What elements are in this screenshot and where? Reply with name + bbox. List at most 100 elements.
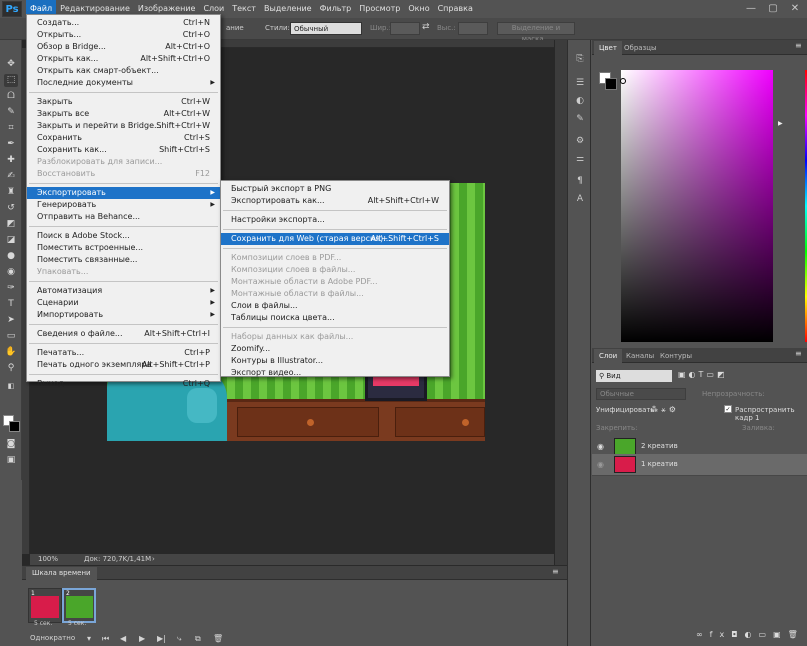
eyedropper-icon[interactable]: ✒ [4,138,18,151]
layer-row-selected[interactable]: ◉ 1 креатив [592,454,807,476]
menu-item[interactable]: Поиск в Adobe Stock... [27,230,220,242]
menu-item[interactable]: Генерировать ▶ [27,199,220,211]
menu-item[interactable]: Контуры в Illustrator... [221,355,449,367]
crop-tool-icon[interactable]: ⌗ [4,122,18,135]
history-panel-icon[interactable]: ⎘ [573,54,587,67]
background-color-swatch[interactable] [605,78,617,90]
paint-bucket-icon[interactable]: ◪ [4,234,18,247]
menu-item[interactable]: Таблицы поиска цвета... [221,312,449,324]
menu-item[interactable]: Быстрый экспорт в PNG [221,183,449,195]
menu-item[interactable]: Сохранить Ctrl+S [27,132,220,144]
timeline-frame[interactable]: 1 [28,588,62,623]
layer-filter-select[interactable]: ⚲ Вид [596,370,672,382]
paragraph-panel-icon[interactable]: ¶ [573,176,587,189]
clone-stamp-icon[interactable]: ♜ [4,186,18,199]
healing-brush-icon[interactable]: ✚ [4,154,18,167]
delete-frame-icon[interactable]: 🗑 [213,634,223,643]
frame-delay[interactable]: 5 сек. [34,620,52,627]
menu-item[interactable]: Настройки экспорта... [221,214,449,226]
hand-tool-icon[interactable]: ✋ [4,346,18,359]
menu-item[interactable]: Открыть как... Alt+Shift+Ctrl+O [27,53,220,65]
minimize-button[interactable]: — [740,0,762,18]
timeline-frame-selected[interactable]: 2 [62,588,96,623]
menu-item[interactable]: Открыть как смарт-объект... [27,65,220,77]
screen-mode-icon[interactable]: ▣ [4,454,18,467]
picker-cursor-icon[interactable] [620,78,626,84]
panel-menu-icon[interactable]: ≡ [552,567,559,576]
menu-item[interactable]: Сценарии ▶ [27,297,220,309]
styles-select[interactable]: Обычный [290,22,362,35]
brush-panel-icon[interactable]: ✎ [573,114,587,127]
prev-frame-icon[interactable]: ◀ [120,634,126,643]
quick-mask-icon[interactable]: ◙ [4,438,18,451]
tab-paths[interactable]: Контуры [655,349,697,363]
menu-item[interactable]: Экспорт видео... [221,367,449,379]
eraser-tool-icon[interactable]: ◩ [4,218,18,231]
loop-select[interactable]: Однократно [30,634,75,642]
marquee-tool-icon[interactable]: ⬚ [4,74,18,87]
dodge-tool-icon[interactable]: ◉ [4,266,18,279]
unify-icons[interactable]: ⁂⚹⚙ [650,405,679,415]
blur-tool-icon[interactable]: ● [4,250,18,263]
menu-view[interactable]: Просмотр [355,0,404,18]
zoom-tool-icon[interactable]: ⚲ [4,362,18,375]
blend-mode-select[interactable]: Обычные [596,388,686,400]
quick-select-icon[interactable]: ✎ [4,106,18,119]
frame-delay[interactable]: 5 сек. [68,620,86,627]
menu-item[interactable]: Экспортировать ▶ [27,187,220,199]
properties-panel-icon[interactable]: ☰ [573,78,587,91]
propagate-checkbox[interactable]: ✓ [724,405,732,413]
next-frame-icon[interactable]: ▶| [157,634,166,643]
eye-icon[interactable]: ◉ [597,442,604,451]
menu-item[interactable]: Zoomify... [221,343,449,355]
menu-item[interactable]: Печатать... Ctrl+P [27,347,220,359]
tab-layers[interactable]: Слои [594,349,623,363]
vertical-scrollbar[interactable] [555,40,567,565]
path-select-icon[interactable]: ➤ [4,314,18,327]
width-field[interactable] [390,22,420,35]
lasso-tool-icon[interactable]: ᗝ [4,90,18,103]
menu-item[interactable]: Импортировать ▶ [27,309,220,321]
history-brush-icon[interactable]: ↺ [4,202,18,215]
tween-icon[interactable]: ⤷ [177,634,181,644]
menu-item[interactable]: Поместить встроенные... [27,242,220,254]
menu-item[interactable]: Сохранить как... Shift+Ctrl+S [27,144,220,156]
background-color-swatch[interactable] [9,421,20,432]
tab-swatches[interactable]: Образцы [619,41,662,55]
menu-item[interactable]: Обзор в Bridge... Alt+Ctrl+O [27,41,220,53]
panel-menu-icon[interactable]: ≡ [795,41,802,50]
tab-color[interactable]: Цвет [594,41,622,55]
actions-panel-icon[interactable]: ⚙ [573,136,587,149]
menu-item[interactable]: Печать одного экземпляра Alt+Shift+Ctrl+P [27,359,220,371]
select-and-mask-button[interactable]: Выделение и маска... [497,22,575,43]
tab-timeline[interactable]: Шкала времени [26,567,97,580]
maximize-button[interactable]: ▢ [762,0,784,18]
character-panel-icon[interactable]: A [573,194,587,207]
layer-filter-icons[interactable]: ▣◐T▭◩ [678,370,728,379]
menu-filter[interactable]: Фильтр [316,0,356,18]
adjustments-panel-icon[interactable]: ◐ [573,96,587,109]
pen-tool-icon[interactable]: ✑ [4,282,18,295]
menu-item[interactable]: Выход Ctrl+Q [27,378,220,390]
color-picker-field[interactable] [621,70,773,342]
status-arrow-icon[interactable]: › [152,554,155,565]
menu-item[interactable]: Открыть... Ctrl+O [27,29,220,41]
menu-item[interactable]: Сведения о файле... Alt+Shift+Ctrl+I [27,328,220,340]
menu-item[interactable]: Создать... Ctrl+N [27,17,220,29]
close-button[interactable]: ✕ [784,0,806,18]
menu-item[interactable]: Слои в файлы... [221,300,449,312]
menu-window[interactable]: Окно [404,0,433,18]
duplicate-frame-icon[interactable]: ⧉ [195,634,201,644]
menu-item[interactable]: Отправить на Behance... [27,211,220,223]
menu-item[interactable]: Последние документы ▶ [27,77,220,89]
loop-chevron-icon[interactable]: ▾ [87,634,91,643]
swap-icon[interactable]: ⇄ [422,22,430,32]
panel-menu-icon[interactable]: ≡ [795,349,802,358]
default-colors-icon[interactable]: ◧ [4,380,18,393]
sliders-panel-icon[interactable]: ⚌ [573,154,587,167]
type-tool-icon[interactable]: T [4,298,18,311]
menu-item[interactable]: Закрыть Ctrl+W [27,96,220,108]
play-icon[interactable]: ▶ [139,634,145,643]
menu-item[interactable]: Сохранить для Web (старая версия)... Alt+… [221,233,449,245]
menu-item[interactable]: Экспортировать как... Alt+Shift+Ctrl+W [221,195,449,207]
